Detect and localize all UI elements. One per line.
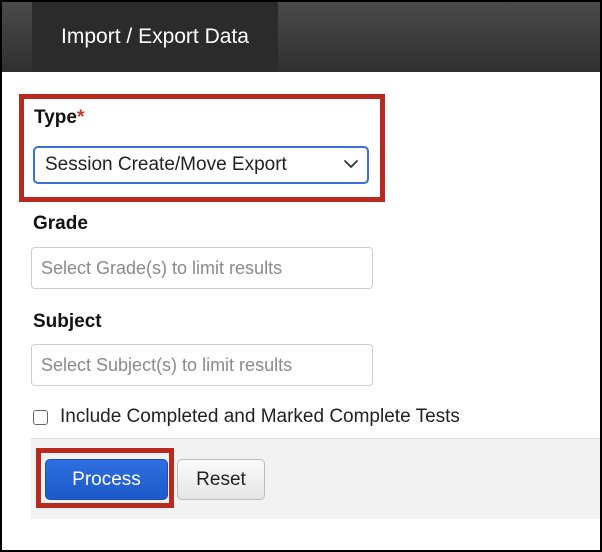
tab-label: Import / Export Data: [61, 25, 249, 48]
subject-placeholder: Select Subject(s) to limit results: [41, 354, 293, 375]
grade-label: Grade: [33, 213, 88, 234]
include-completed-row[interactable]: Include Completed and Marked Complete Te…: [33, 403, 460, 431]
grade-placeholder: Select Grade(s) to limit results: [41, 257, 283, 278]
grade-input[interactable]: Select Grade(s) to limit results: [31, 247, 373, 289]
include-completed-label: Include Completed and Marked Complete Te…: [60, 406, 460, 427]
process-highlight-box: [36, 448, 174, 508]
tab-import-export-data[interactable]: Import / Export Data: [32, 2, 278, 72]
subject-label: Subject: [33, 311, 102, 332]
subject-input[interactable]: Select Subject(s) to limit results: [31, 344, 373, 386]
reset-button[interactable]: Reset: [177, 459, 265, 500]
type-highlight-box: [19, 94, 385, 202]
include-completed-checkbox[interactable]: [33, 409, 48, 425]
